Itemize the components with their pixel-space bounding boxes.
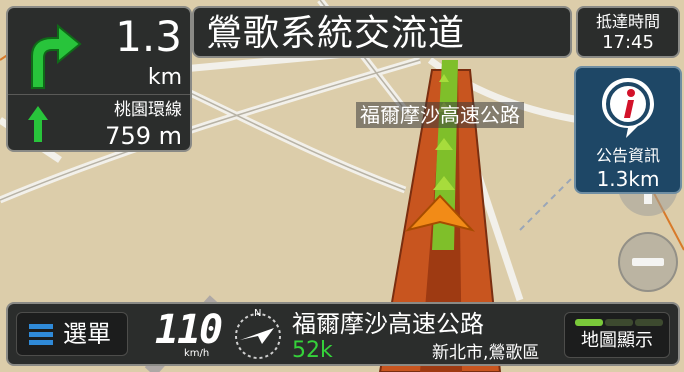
notice-label: 公告資訊 [595,146,660,165]
map-road-label: 福爾摩沙高速公路 [356,102,524,128]
current-road-name: 福爾摩沙高速公路 [292,310,484,338]
speedometer: 110 km/h [148,308,228,360]
menu-label: 選單 [63,320,111,348]
zoom-out-button[interactable] [618,232,678,292]
turn-guidance-panel[interactable]: 1.3 km 桃園環線 759 m [6,6,192,152]
zoom-out-icon [632,258,664,266]
next-road-name: 桃園環線 [114,100,182,120]
map-view-level-3 [635,319,663,326]
map-view-button[interactable]: 地圖顯示 [564,312,670,358]
map-view-level-2 [605,319,633,326]
speed-unit: km/h [184,348,210,359]
notice-distance: 1.3km [596,167,660,191]
map-view-label: 地圖顯示 [581,330,653,351]
current-district: 新北市,鶯歌區 [432,343,540,363]
straight-arrow-icon [28,106,48,142]
arrival-time-panel[interactable]: 抵達時間 17:45 [576,6,680,58]
current-road-distance: 52k [292,338,333,363]
current-street-banner: 鶯歌系統交流道 [192,6,572,58]
notice-info-button[interactable]: 公告資訊 1.3km [574,66,682,194]
turn-distance-unit: km [147,65,182,90]
bottom-status-bar: 選單 110 km/h N 福爾摩沙高速公路 52k 新北市,鶯歌區 地圖顯示 [6,302,680,366]
turn-distance: 1.3 [115,12,182,61]
current-street-name: 鶯歌系統交流道 [206,13,466,54]
current-speed: 110 [154,307,223,353]
arrival-time-label: 抵達時間 [595,12,660,31]
hamburger-menu-icon [29,324,53,345]
menu-button[interactable]: 選單 [16,312,128,356]
map-view-level-1 [575,319,603,326]
compass-north-label: N [254,308,261,319]
turn-left-arrow-icon [31,23,82,89]
info-pin-icon [602,78,654,138]
arrival-time-value: 17:45 [602,32,654,53]
compass-icon[interactable]: N [230,306,286,362]
next-road-distance: 759 m [105,122,182,150]
